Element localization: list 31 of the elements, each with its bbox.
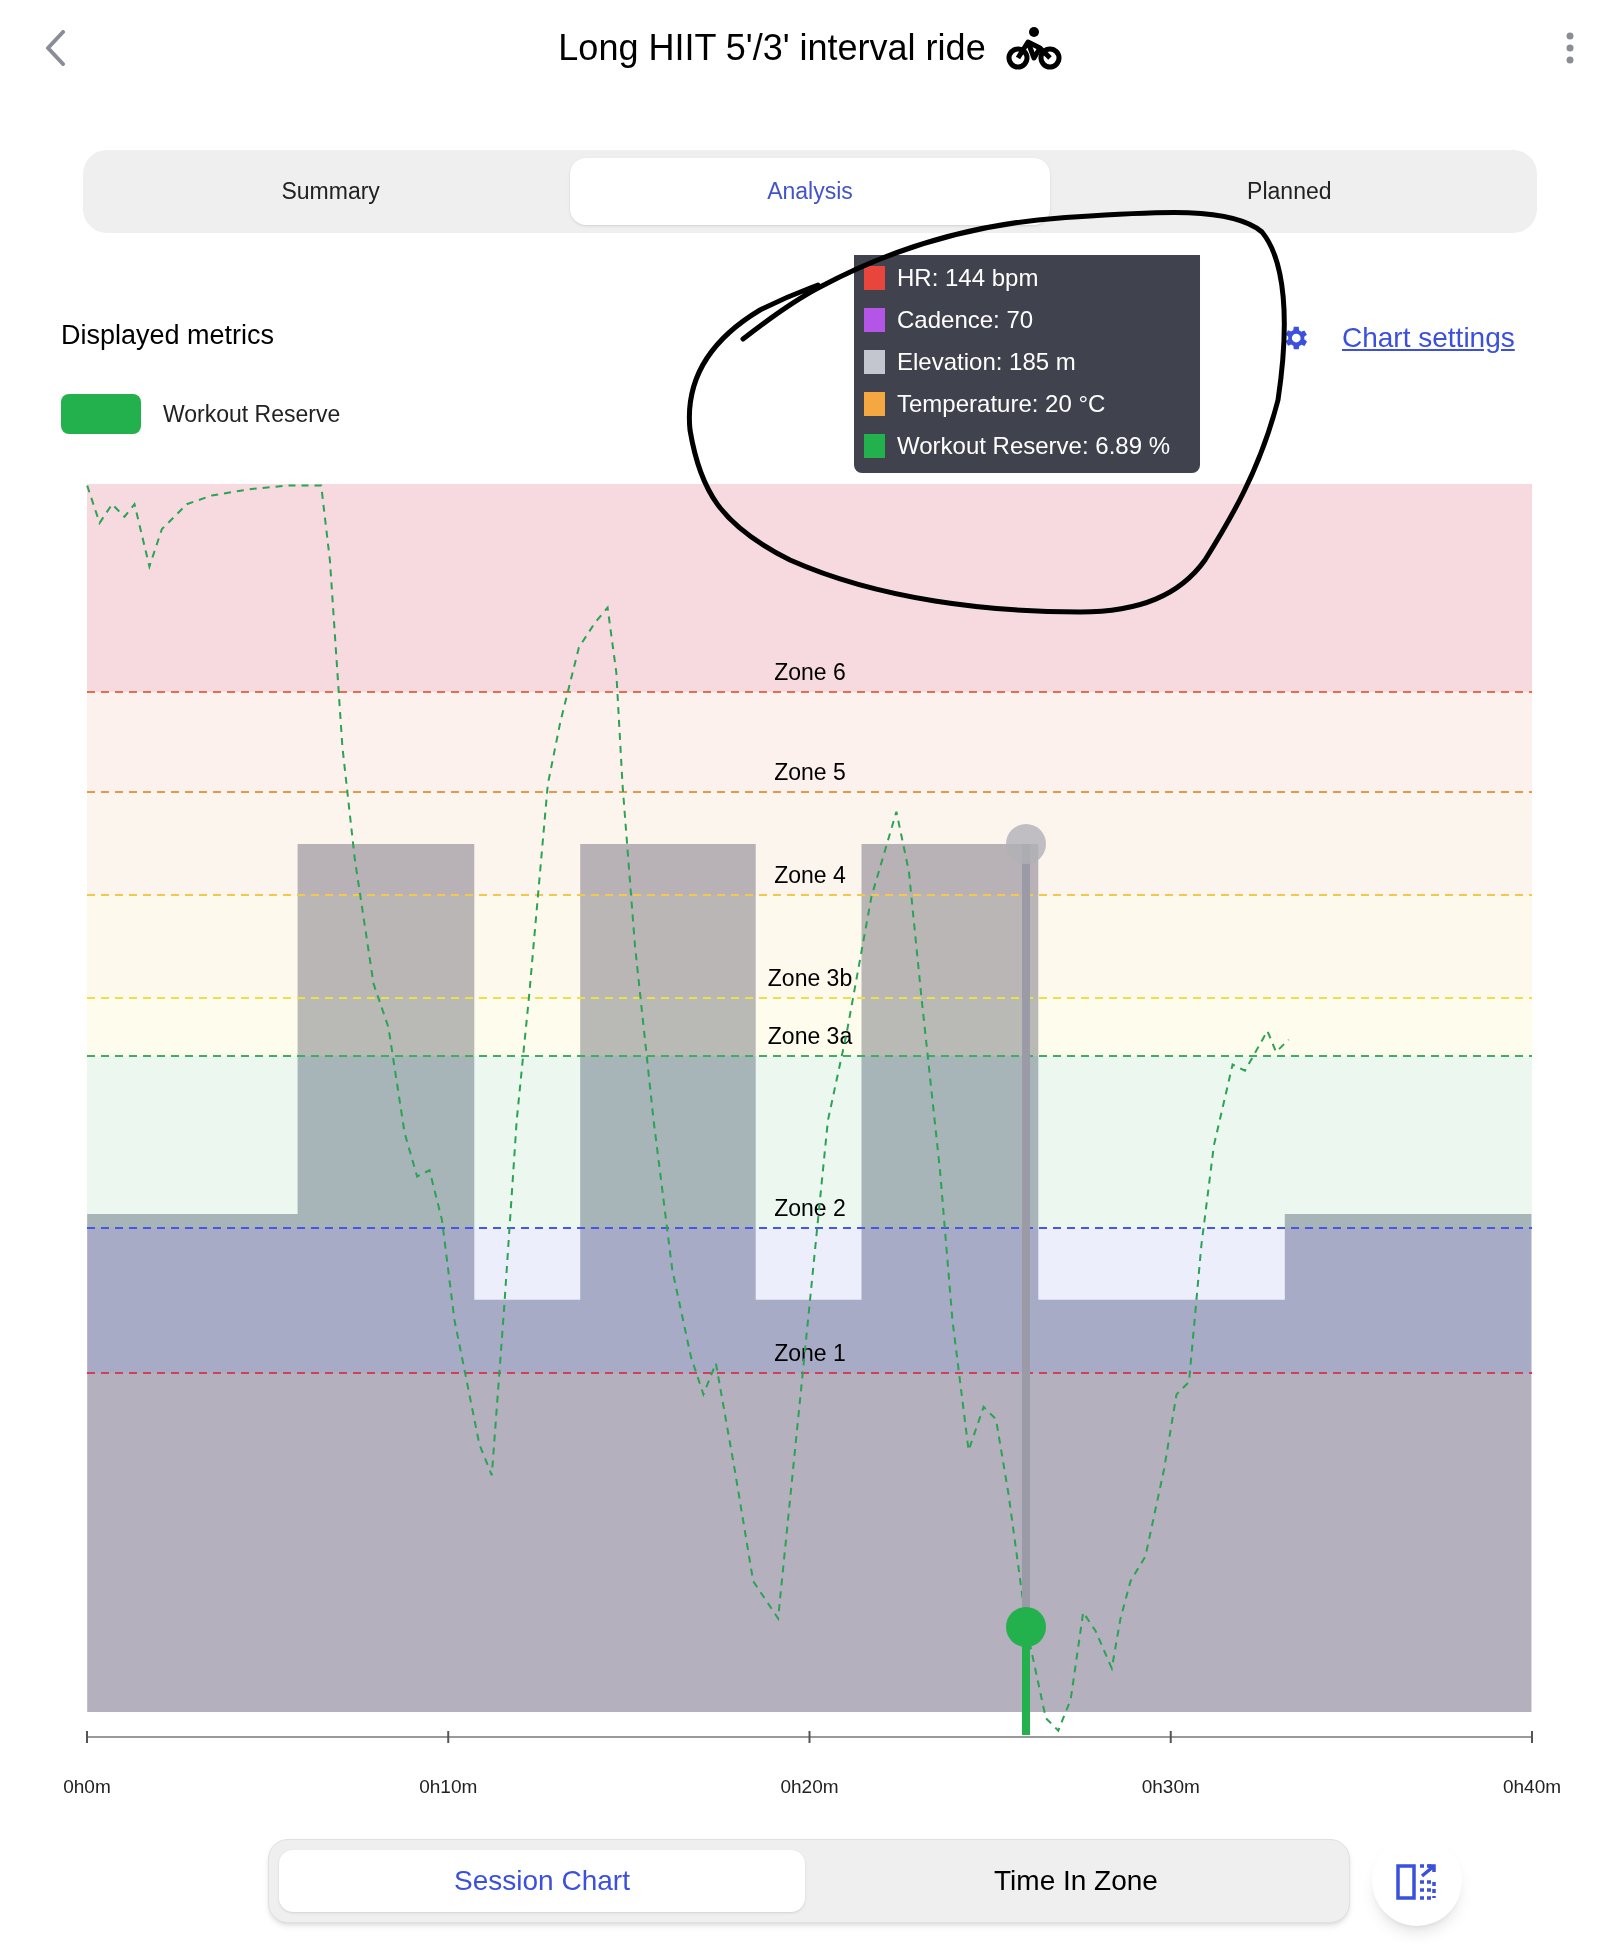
more-options-icon[interactable] [1565, 32, 1575, 64]
zone-label: Zone 3b [767, 965, 853, 991]
chart-settings-link[interactable]: Chart settings [1342, 317, 1515, 359]
segment-button[interactable]: Session Chart [279, 1850, 805, 1912]
bicycle-icon [1005, 25, 1062, 70]
tab[interactable]: Summary [91, 158, 571, 225]
axis-tick-label: 0h30m [1141, 1776, 1200, 1797]
tab[interactable]: Planned [1049, 158, 1529, 225]
section-heading: Displayed metrics [61, 320, 275, 350]
zone-label: Zone 6 [774, 659, 846, 685]
cursor-marker[interactable] [1006, 824, 1046, 1735]
panel-layout-icon [1396, 1862, 1438, 1900]
back-icon[interactable] [44, 30, 66, 66]
tooltip-text: HR: 144 bpm [897, 263, 1039, 293]
segment-button[interactable]: Time In Zone [813, 1850, 1339, 1912]
tooltip-text: Elevation: 185 m [897, 347, 1076, 377]
axis-tick-label: 0h40m [1502, 1776, 1562, 1797]
zone-label: Zone 4 [774, 862, 846, 888]
tooltip-text: Workout Reserve: 6.89 % [897, 431, 1170, 461]
zone-label: Zone 1 [774, 1340, 846, 1366]
axis-tick-label: 0h10m [419, 1776, 478, 1797]
tab[interactable]: Analysis [570, 158, 1050, 225]
zone-label: Zone 2 [774, 1195, 846, 1221]
zone-label: Zone 5 [774, 759, 846, 785]
tooltip-text: Cadence: 70 [897, 305, 1034, 335]
tooltip-text: Temperature: 20 °C [897, 389, 1106, 419]
axis-tick-label: 0h20m [780, 1776, 839, 1797]
page-title: Long HIIT 5'/3' interval ride [558, 25, 986, 70]
axis-tick-label: 0h0m [63, 1776, 111, 1797]
zone-label: Zone 3a [767, 1023, 853, 1049]
legend-label: Workout Reserve [163, 399, 341, 429]
